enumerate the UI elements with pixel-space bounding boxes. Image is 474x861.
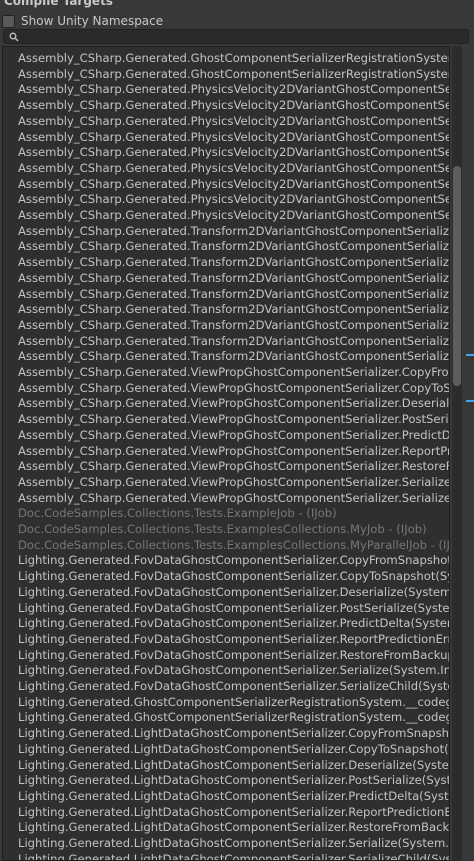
list-item[interactable]: Assembly_CSharp.Generated.Transform2DVar… bbox=[18, 238, 449, 254]
list-item[interactable]: Assembly_CSharp.Generated.PhysicsVelocit… bbox=[18, 97, 449, 113]
list-item[interactable]: Lighting.Generated.LightDataGhostCompone… bbox=[18, 804, 449, 820]
list-item[interactable]: Lighting.Generated.LightDataGhostCompone… bbox=[18, 851, 449, 860]
list-item[interactable]: Assembly_CSharp.Generated.ViewPropGhostC… bbox=[18, 395, 449, 411]
list-item[interactable]: Lighting.Generated.LightDataGhostCompone… bbox=[18, 788, 449, 804]
list-item[interactable]: Lighting.Generated.GhostComponentSeriali… bbox=[18, 709, 449, 725]
list-item[interactable]: Lighting.Generated.FovDataGhostComponent… bbox=[18, 600, 449, 616]
list-item[interactable]: Lighting.Generated.LightDataGhostCompone… bbox=[18, 772, 449, 788]
list-item[interactable]: Lighting.Generated.FovDataGhostComponent… bbox=[18, 647, 449, 663]
list-item[interactable]: Assembly_CSharp.Generated.ViewPropGhostC… bbox=[18, 474, 449, 490]
list-item[interactable]: Assembly_CSharp.Generated.Transform2DVar… bbox=[18, 317, 449, 333]
search-icon bbox=[9, 32, 19, 42]
splitter-marker bbox=[466, 400, 474, 402]
list-item[interactable]: Assembly_CSharp.Generated.PhysicsVelocit… bbox=[18, 160, 449, 176]
list-item[interactable]: Lighting.Generated.LightDataGhostCompone… bbox=[18, 835, 449, 851]
list-item[interactable]: Assembly_CSharp.Generated.GhostComponent… bbox=[18, 50, 449, 66]
list-scrollbar[interactable] bbox=[452, 46, 462, 861]
list-item[interactable]: Assembly_CSharp.Generated.Transform2DVar… bbox=[18, 254, 449, 270]
list-item[interactable]: Lighting.Generated.FovDataGhostComponent… bbox=[18, 584, 449, 600]
list-item[interactable]: Lighting.Generated.FovDataGhostComponent… bbox=[18, 662, 449, 678]
show-unity-namespace-checkbox[interactable] bbox=[2, 14, 15, 28]
splitter-marker bbox=[466, 354, 474, 356]
list-item[interactable]: Lighting.Generated.FovDataGhostComponent… bbox=[18, 678, 449, 694]
list-item[interactable]: Assembly_CSharp.Generated.ViewPropGhostC… bbox=[18, 458, 449, 474]
list-item[interactable]: Assembly_CSharp.Generated.Transform2DVar… bbox=[18, 270, 449, 286]
list-item[interactable]: Assembly_CSharp.Generated.PhysicsVelocit… bbox=[18, 113, 449, 129]
list-item[interactable]: Doc.CodeSamples.Collections.Tests.Exampl… bbox=[18, 521, 427, 537]
list-item[interactable]: Assembly_CSharp.Generated.PhysicsVelocit… bbox=[18, 81, 449, 97]
list-item[interactable]: Lighting.Generated.FovDataGhostComponent… bbox=[18, 568, 449, 584]
list-item[interactable]: Doc.CodeSamples.Collections.Tests.Exampl… bbox=[18, 505, 337, 521]
list-item[interactable]: Assembly_CSharp.Generated.PhysicsVelocit… bbox=[18, 176, 449, 192]
list-item[interactable]: Lighting.Generated.LightDataGhostCompone… bbox=[18, 757, 449, 773]
list-item[interactable]: Lighting.Generated.LightDataGhostCompone… bbox=[18, 819, 449, 835]
list-item[interactable]: Assembly_CSharp.Generated.Transform2DVar… bbox=[18, 286, 449, 302]
list-item[interactable]: Assembly_CSharp.Generated.ViewPropGhostC… bbox=[18, 380, 449, 396]
list-item[interactable]: Assembly_CSharp.Generated.ViewPropGhostC… bbox=[18, 443, 449, 459]
list-item[interactable]: Lighting.Generated.GhostComponentSeriali… bbox=[18, 694, 449, 710]
list-item[interactable]: Assembly_CSharp.Generated.PhysicsVelocit… bbox=[18, 207, 449, 223]
list-item[interactable]: Doc.CodeSamples.Collections.Tests.Exampl… bbox=[18, 537, 449, 553]
search-input[interactable] bbox=[3, 29, 469, 44]
list-item[interactable]: Lighting.Generated.FovDataGhostComponent… bbox=[18, 615, 449, 631]
list-item[interactable]: Assembly_CSharp.Generated.ViewPropGhostC… bbox=[18, 364, 449, 380]
list-item[interactable]: Assembly_CSharp.Generated.ViewPropGhostC… bbox=[18, 411, 449, 427]
list-item[interactable]: Lighting.Generated.LightDataGhostCompone… bbox=[18, 725, 449, 741]
list-item[interactable]: Assembly_CSharp.Generated.PhysicsVelocit… bbox=[18, 144, 449, 160]
list-item[interactable]: Assembly_CSharp.Generated.PhysicsVelocit… bbox=[18, 129, 449, 145]
compile-targets-list[interactable]: Assembly_CSharp.Generated.GhostComponent… bbox=[2, 46, 450, 861]
list-item[interactable]: Assembly_CSharp.Generated.Transform2DVar… bbox=[18, 348, 449, 364]
list-item[interactable]: Assembly_CSharp.Generated.Transform2DVar… bbox=[18, 301, 449, 317]
list-item[interactable]: Assembly_CSharp.Generated.ViewPropGhostC… bbox=[18, 490, 449, 506]
section-title: Compile Targets bbox=[4, 0, 113, 8]
show-unity-namespace-label: Show Unity Namespace bbox=[21, 14, 164, 28]
list-item[interactable]: Lighting.Generated.FovDataGhostComponent… bbox=[18, 631, 449, 647]
scrollbar-thumb[interactable] bbox=[453, 166, 461, 386]
show-unity-namespace-toggle[interactable]: Show Unity Namespace bbox=[2, 12, 472, 30]
list-item[interactable]: Assembly_CSharp.Generated.GhostComponent… bbox=[18, 66, 449, 82]
list-item[interactable]: Lighting.Generated.FovDataGhostComponent… bbox=[18, 552, 449, 568]
list-item[interactable]: Assembly_CSharp.Generated.Transform2DVar… bbox=[18, 223, 449, 239]
list-item[interactable]: Lighting.Generated.LightDataGhostCompone… bbox=[18, 741, 449, 757]
list-item[interactable]: Assembly_CSharp.Generated.Transform2DVar… bbox=[18, 333, 449, 349]
list-item[interactable]: Assembly_CSharp.Generated.ViewPropGhostC… bbox=[18, 427, 449, 443]
list-item[interactable]: Assembly_CSharp.Generated.PhysicsVelocit… bbox=[18, 191, 449, 207]
